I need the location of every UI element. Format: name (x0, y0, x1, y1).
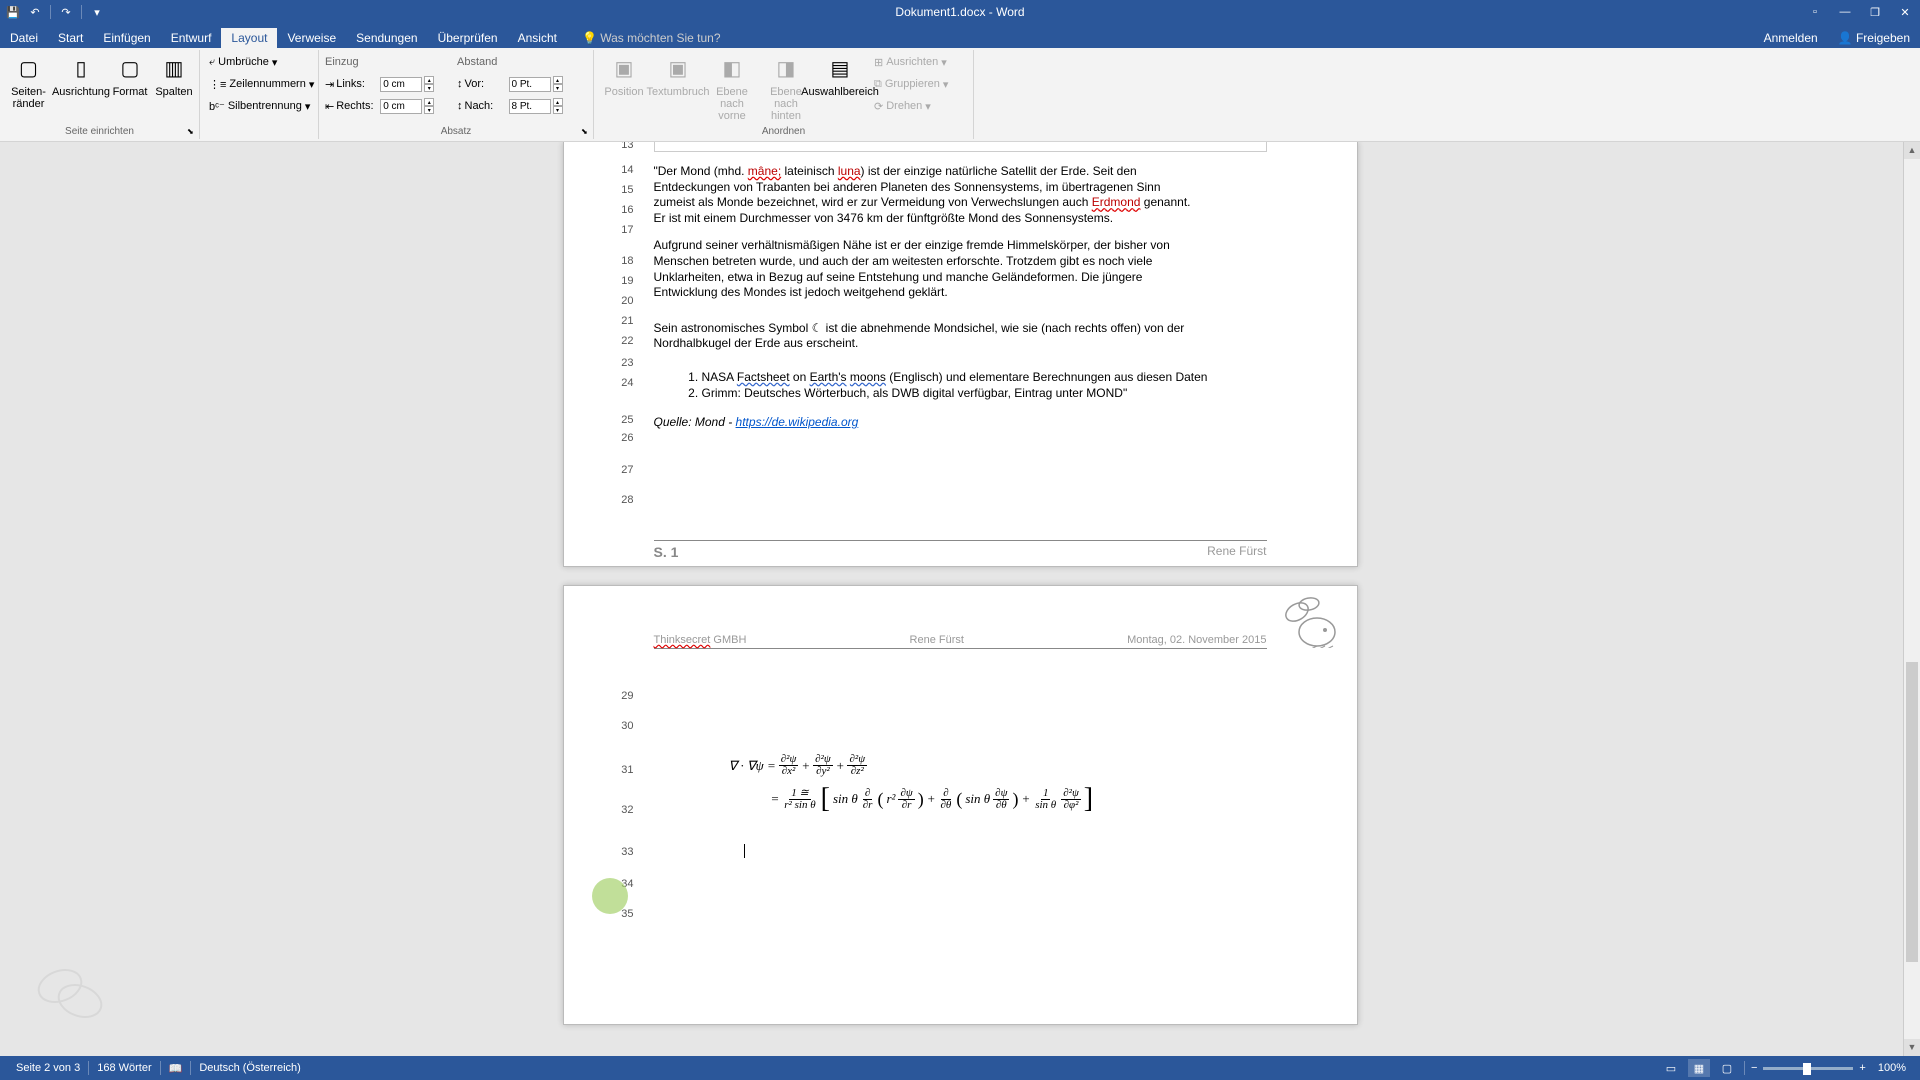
undo-icon[interactable]: ↶ (26, 3, 44, 21)
spinner[interactable]: ▴▾ (424, 76, 434, 92)
tab-layout[interactable]: Layout (221, 28, 277, 48)
group-anordnen: Anordnen (594, 126, 973, 137)
minimize-ribbon-icon[interactable]: ▫ (1800, 0, 1830, 24)
web-layout-icon[interactable]: ▢ (1716, 1059, 1738, 1077)
space-before-input[interactable] (509, 77, 551, 92)
ausrichtung-button[interactable]: ▯Ausrichtung (55, 50, 107, 125)
print-layout-icon[interactable]: ▦ (1688, 1059, 1710, 1077)
umbrueche-button[interactable]: ⤶ Umbrüche ▾ (205, 52, 318, 72)
zeilennummern-button[interactable]: ⋮≡ Zeilennummern ▾ (205, 74, 318, 94)
gruppieren-button[interactable]: ⧉ Gruppieren ▾ (870, 74, 952, 94)
space-after-input[interactable] (509, 99, 551, 114)
launcher-icon[interactable]: ⬊ (187, 127, 197, 137)
close-icon[interactable]: ✕ (1890, 0, 1920, 24)
zoom-in-button[interactable]: + (1859, 1062, 1865, 1074)
watermark-icon (30, 956, 110, 1026)
ebene-vorne-button[interactable]: ◧Ebene nach vorne (706, 50, 758, 125)
spinner[interactable]: ▴▾ (553, 98, 563, 114)
scrollbar-thumb[interactable] (1906, 662, 1918, 962)
indent-left-icon: ⇥ (325, 78, 334, 91)
redo-icon[interactable]: ↷ (57, 3, 75, 21)
tab-sendungen[interactable]: Sendungen (346, 28, 427, 48)
textumbruch-button[interactable]: ▣Textumbruch (652, 50, 704, 125)
status-page[interactable]: Seite 2 von 3 (8, 1062, 88, 1074)
group-seite-einrichten: Seite einrichten (0, 126, 199, 137)
indent-left-input[interactable] (380, 77, 422, 92)
document-area[interactable]: 13 14 15 16 17 18 19 20 21 22 23 24 25 2… (0, 142, 1920, 1056)
position-button[interactable]: ▣Position (598, 50, 650, 125)
restore-icon[interactable]: ❐ (1860, 0, 1890, 24)
scroll-down-icon[interactable]: ▼ (1904, 1039, 1920, 1056)
tell-me-search[interactable]: 💡 Was möchten Sie tun? (572, 28, 731, 48)
scroll-up-icon[interactable]: ▲ (1904, 142, 1920, 159)
tab-start[interactable]: Start (48, 28, 93, 48)
silbentrennung-button[interactable]: bᶜ⁻ Silbentrennung ▾ (205, 96, 318, 116)
qat-dropdown-icon[interactable]: ▾ (88, 3, 106, 21)
save-icon[interactable]: 💾 (4, 3, 22, 21)
space-after-icon: ↕ (457, 100, 463, 112)
status-words[interactable]: 168 Wörter (89, 1062, 159, 1074)
seitenraender-button[interactable]: ▢Seiten- ränder (4, 50, 53, 125)
rabbit-image (1277, 592, 1347, 648)
ausrichten-button[interactable]: ⊞ Ausrichten ▾ (870, 52, 952, 72)
freigeben-button[interactable]: 👤 Freigeben (1828, 28, 1920, 48)
indent-right-input[interactable] (380, 99, 422, 114)
spinner[interactable]: ▴▾ (553, 76, 563, 92)
launcher-icon[interactable]: ⬊ (581, 127, 591, 137)
vertical-scrollbar[interactable]: ▲ ▼ (1903, 142, 1920, 1056)
spinner[interactable]: ▴▾ (424, 98, 434, 114)
text-cursor (744, 844, 745, 858)
body-text[interactable]: "Der Mond (mhd. mâne; lateinisch luna) i… (654, 164, 1267, 431)
zoom-out-button[interactable]: − (1751, 1062, 1757, 1074)
space-before-icon: ↕ (457, 78, 463, 90)
tab-datei[interactable]: Datei (0, 28, 48, 48)
tab-einfuegen[interactable]: Einfügen (93, 28, 160, 48)
page-footer: S. 1 Rene Fürst (654, 540, 1267, 560)
wikipedia-link[interactable]: https://de.wikipedia.org (736, 415, 859, 429)
cursor-highlight (592, 878, 628, 914)
tab-ansicht[interactable]: Ansicht (508, 28, 567, 48)
zoom-slider[interactable] (1763, 1067, 1853, 1070)
ribbon-tabs: Datei Start Einfügen Entwurf Layout Verw… (0, 24, 1920, 48)
page-1[interactable]: 13 14 15 16 17 18 19 20 21 22 23 24 25 2… (563, 142, 1358, 567)
tab-ueberpruefen[interactable]: Überprüfen (428, 28, 508, 48)
page-header: Thinksecret GMBH Rene Fürst Montag, 02. … (654, 634, 1267, 649)
tab-entwurf[interactable]: Entwurf (161, 28, 222, 48)
status-proofing-icon[interactable]: 📖 (161, 1062, 191, 1075)
ribbon: ▢Seiten- ränder ▯Ausrichtung ▢Format ▥Sp… (0, 48, 1920, 142)
auswahlbereich-button[interactable]: ▤Auswahlbereich (814, 50, 866, 125)
status-bar: Seite 2 von 3 168 Wörter 📖 Deutsch (Öste… (0, 1056, 1920, 1080)
zoom-level[interactable]: 100% (1878, 1062, 1906, 1074)
anmelden-link[interactable]: Anmelden (1754, 28, 1828, 48)
drehen-button[interactable]: ⟳ Drehen ▾ (870, 96, 952, 116)
read-mode-icon[interactable]: ▭ (1660, 1059, 1682, 1077)
title-bar: 💾 ↶ ↷ ▾ Dokument1.docx - Word ▫ — ❐ ✕ (0, 0, 1920, 24)
window-title: Dokument1.docx - Word (895, 5, 1024, 19)
minimize-icon[interactable]: — (1830, 0, 1860, 24)
spalten-button[interactable]: ▥Spalten (153, 50, 195, 125)
format-button[interactable]: ▢Format (109, 50, 151, 125)
page-2[interactable]: Thinksecret GMBH Rene Fürst Montag, 02. … (563, 585, 1358, 1025)
indent-right-icon: ⇤ (325, 100, 334, 113)
group-absatz: Absatz (319, 126, 593, 137)
equation[interactable]: ∇ · ∇ψ = ∂²ψ∂x² + ∂²ψ∂y² + ∂²ψ∂z² = 1 ≅r… (729, 754, 1094, 815)
tab-verweise[interactable]: Verweise (277, 28, 346, 48)
status-language[interactable]: Deutsch (Österreich) (191, 1062, 308, 1074)
table-cell[interactable] (654, 142, 1267, 152)
